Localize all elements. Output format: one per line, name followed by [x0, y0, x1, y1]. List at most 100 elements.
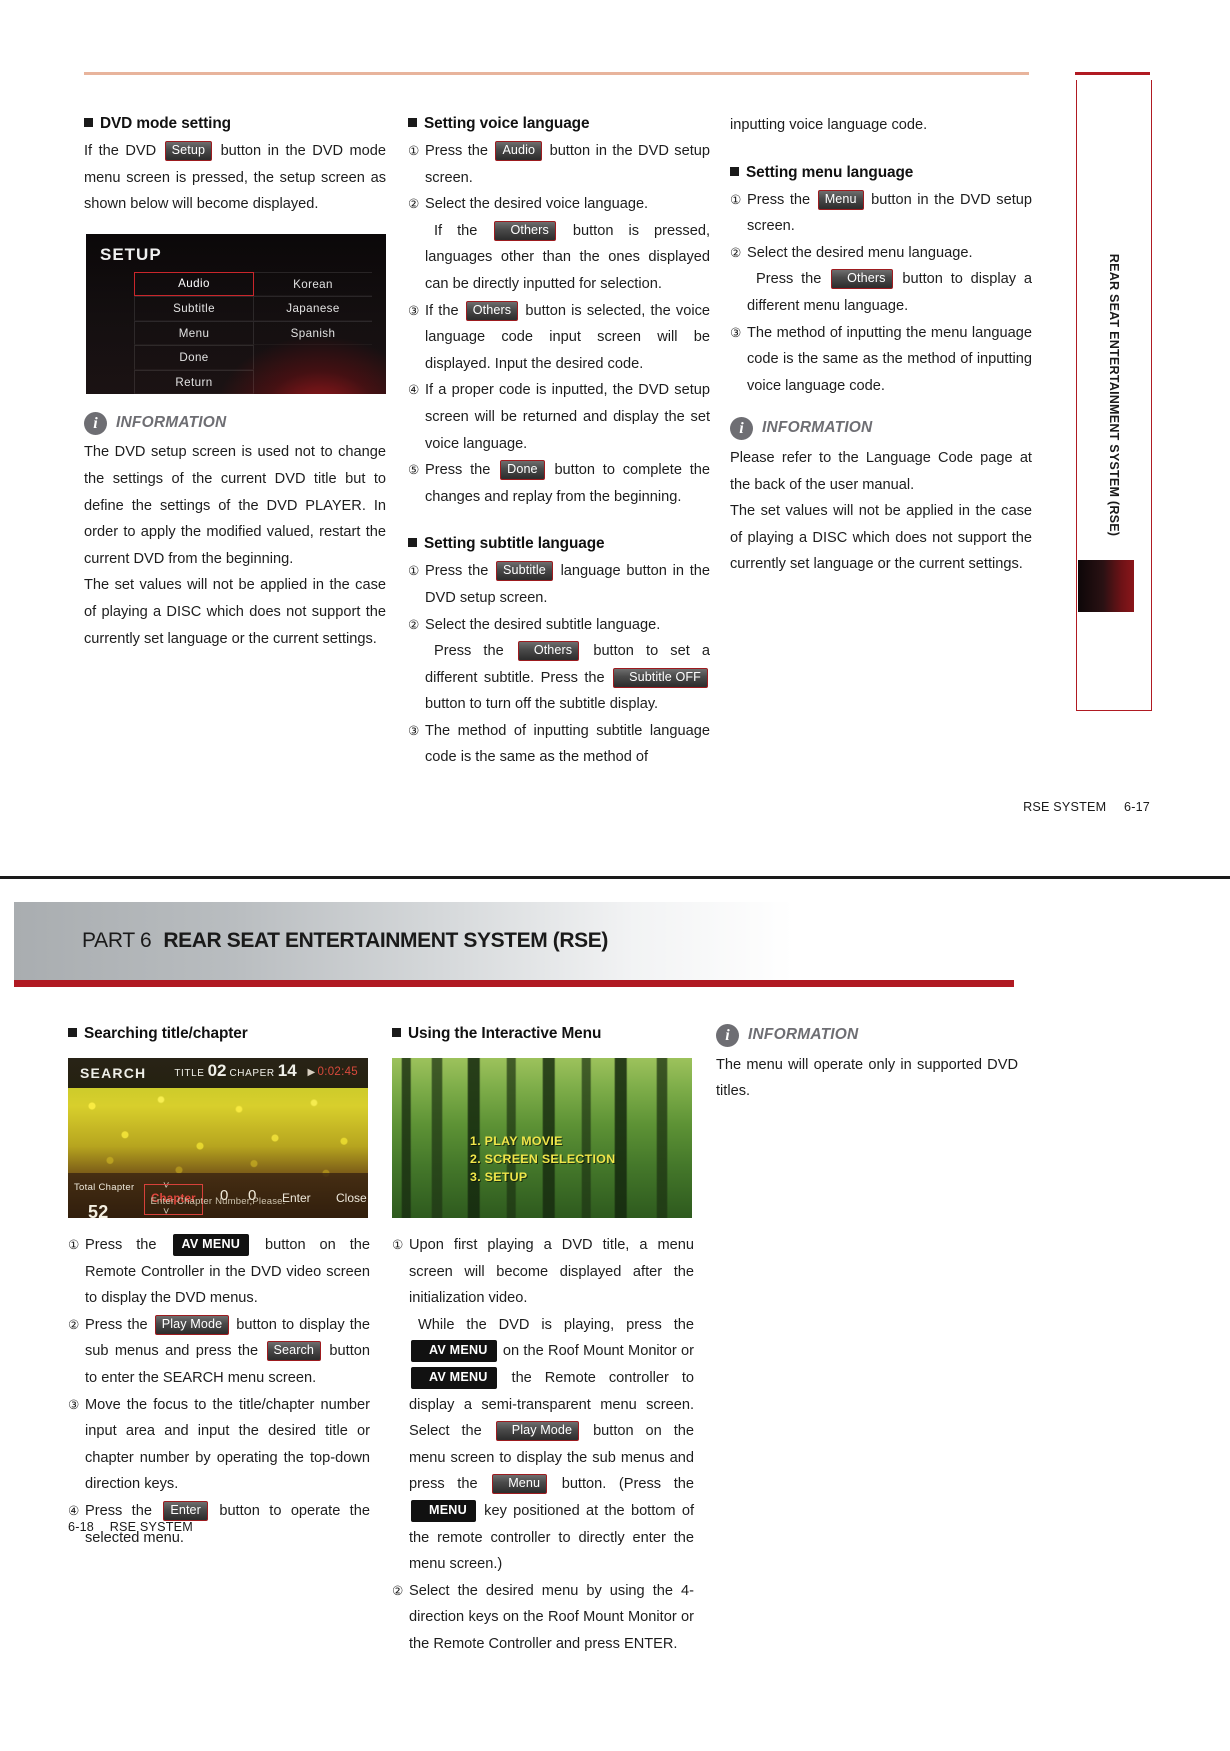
- info-icon: i: [84, 411, 107, 435]
- column-left: Searching title/chapter SEARCH TITLE 02 CH…: [68, 1022, 370, 1551]
- side-index-tab: REAR SEAT ENTERTAINMENT SYSTEM (RSE): [1076, 80, 1152, 711]
- list-number-1: ①: [68, 1237, 80, 1252]
- key-av-menu[interactable]: AV MENU: [411, 1366, 497, 1389]
- column-middle: Using the Interactive Menu 1. PLAY MOVIE…: [392, 1022, 694, 1658]
- list-item: ③ Move the focus to the title/chapter nu…: [68, 1392, 370, 1498]
- continuation-text: inputting voice language code.: [730, 117, 928, 133]
- time-value: 0:02:45: [317, 1066, 358, 1079]
- list-subtext: While the DVD is playing, press the AV M…: [409, 1316, 695, 1573]
- square-bullet-icon: [730, 166, 739, 176]
- dvd-menu-item-play-movie[interactable]: 1. PLAY MOVIE: [470, 1132, 615, 1150]
- information-header: i INFORMATION: [84, 410, 386, 437]
- key-others[interactable]: Others: [494, 220, 556, 241]
- info-icon: i: [716, 1023, 739, 1047]
- list-subtext: Press the Others button to display a dif…: [747, 269, 1032, 314]
- square-bullet-icon: [392, 1028, 401, 1037]
- list-item: ③ If the Others button is selected, the …: [408, 298, 710, 378]
- information-title: INFORMATION: [116, 413, 227, 431]
- footer-label: RSE SYSTEM: [1023, 800, 1107, 814]
- key-av-menu[interactable]: AV MENU: [411, 1340, 497, 1363]
- list-item: ① Press the Audio button in the DVD setu…: [408, 138, 710, 191]
- list-item: ② Press the Play Mode button to display …: [68, 1312, 370, 1392]
- search-screen-title-chapter: TITLE 02 CHAPER 14: [174, 1058, 299, 1088]
- setup-value-korean[interactable]: Korean: [254, 271, 372, 297]
- search-screen-bottom-bar: Total Chapter 52 ˅ Chapter ˅ 0 0 Enter C…: [68, 1173, 368, 1218]
- side-index-tab-marker: [1078, 560, 1134, 612]
- search-screen-hint: Enter Chapter Number,Please.: [150, 1196, 286, 1208]
- title-number: 02: [207, 1061, 227, 1081]
- list-number-1: ①: [730, 191, 742, 207]
- list-item: ② Select the desired menu language. Pres…: [730, 240, 1032, 320]
- section-heading-voice-language: Setting voice language: [408, 112, 710, 136]
- key-subtitle-off[interactable]: Subtitle OFF: [613, 667, 708, 688]
- section-heading-subtitle-language: Setting subtitle language: [408, 532, 710, 556]
- setup-screen-title: SETUP: [100, 244, 162, 264]
- setup-value-spanish[interactable]: Spanish: [254, 320, 372, 346]
- list-subtext: Press the Others button to set a differe…: [425, 641, 710, 713]
- key-play-mode[interactable]: Play Mode: [154, 1314, 230, 1335]
- list-number-2: ②: [408, 616, 420, 632]
- manual-page: DVD mode setting If the DVD Setup button…: [0, 0, 1230, 1751]
- setup-row: Subtitle Japanese: [134, 296, 374, 321]
- setup-value-japanese[interactable]: Japanese: [254, 296, 372, 321]
- information-paragraph-2: The set values will not be applied in th…: [730, 503, 1032, 573]
- list-number-1: ①: [392, 1237, 404, 1252]
- setup-item-subtitle[interactable]: Subtitle: [134, 296, 254, 321]
- key-av-menu[interactable]: AV MENU: [172, 1234, 250, 1256]
- list-number-3: ③: [408, 722, 420, 738]
- column-right: inputting voice language code. Setting m…: [730, 112, 1032, 578]
- column-middle: Setting voice language ① Press the Audio…: [408, 112, 710, 771]
- key-audio[interactable]: Audio: [495, 141, 543, 161]
- key-menu[interactable]: Menu: [817, 189, 864, 210]
- paragraph-dvd-mode: If the DVD Setup button in the DVD mode …: [84, 141, 386, 213]
- setup-item-return[interactable]: Return: [134, 369, 254, 394]
- part-title: REAR SEAT ENTERTAINMENT SYSTEM (RSE): [163, 929, 608, 952]
- setup-value-blank: [254, 345, 372, 370]
- dvd-menu-overlay: 1. PLAY MOVIE 2. SCREEN SELECTION 3. SET…: [470, 1132, 615, 1186]
- list-number-2: ②: [392, 1582, 404, 1598]
- key-enter[interactable]: Enter: [163, 1500, 208, 1521]
- column-left: DVD mode setting If the DVD Setup button…: [84, 112, 386, 652]
- part-banner-text: PART 6 REAR SEAT ENTERTAINMENT SYSTEM (RS…: [82, 929, 608, 953]
- setup-item-menu[interactable]: Menu: [134, 320, 254, 346]
- search-screen-label: SEARCH: [80, 1064, 147, 1081]
- key-play-mode[interactable]: Play Mode: [495, 1421, 580, 1442]
- key-others[interactable]: Others: [831, 269, 893, 290]
- key-setup[interactable]: Setup: [164, 141, 213, 161]
- list-item: ① Press the AV MENU button on the Remote…: [68, 1232, 370, 1312]
- setup-value-blank: [254, 370, 372, 394]
- search-screen-screenshot: SEARCH TITLE 02 CHAPER 14 ▶ 0:02:45 Total Ch…: [68, 1058, 368, 1218]
- title-word: TITLE: [174, 1068, 205, 1080]
- dvd-menu-item-setup[interactable]: 3. SETUP: [470, 1168, 615, 1186]
- key-menu[interactable]: Menu: [492, 1474, 548, 1495]
- square-bullet-icon: [84, 118, 93, 127]
- part-number: PART 6: [82, 929, 152, 952]
- key-subtitle[interactable]: Subtitle: [496, 561, 553, 582]
- setup-screen-screenshot: SETUP Audio Korean Subtitle Japanese Men…: [86, 233, 386, 394]
- dvd-menu-item-screen-selection[interactable]: 2. SCREEN SELECTION: [470, 1150, 615, 1168]
- page-6-17: DVD mode setting If the DVD Setup button…: [0, 0, 1230, 814]
- setup-item-done[interactable]: Done: [134, 345, 254, 370]
- key-menu-remote[interactable]: MENU: [411, 1499, 476, 1522]
- list-number-4: ④: [408, 382, 420, 398]
- list-number-3: ③: [408, 302, 420, 318]
- key-others[interactable]: Others: [465, 300, 519, 321]
- key-done[interactable]: Done: [500, 460, 545, 481]
- information-header: i INFORMATION: [716, 1022, 1018, 1049]
- list-item: ① Upon first playing a DVD title, a menu…: [392, 1232, 694, 1578]
- list-number-1: ①: [408, 563, 420, 579]
- key-search[interactable]: Search: [266, 1341, 322, 1362]
- search-screen-top-bar: SEARCH TITLE 02 CHAPER 14 ▶ 0:02:45: [68, 1058, 368, 1088]
- list-item: ② Select the desired menu by using the 4…: [392, 1578, 694, 1658]
- setup-item-audio[interactable]: Audio: [134, 271, 254, 297]
- key-others[interactable]: Others: [517, 641, 580, 662]
- section-heading-dvd-mode: DVD mode setting: [84, 112, 386, 136]
- information-paragraph-1: The DVD setup screen is used not to chan…: [84, 444, 386, 567]
- page-footer-top: RSE SYSTEM 6-17: [0, 800, 1150, 814]
- list-number-2: ②: [730, 244, 742, 260]
- chapter-number: 14: [277, 1061, 297, 1081]
- section-heading-menu-language: Setting menu language: [730, 161, 1032, 185]
- square-bullet-icon: [408, 118, 417, 127]
- search-screen-time: ▶ 0:02:45: [308, 1059, 358, 1087]
- part-banner: PART 6 REAR SEAT ENTERTAINMENT SYSTEM (RS…: [14, 902, 1014, 980]
